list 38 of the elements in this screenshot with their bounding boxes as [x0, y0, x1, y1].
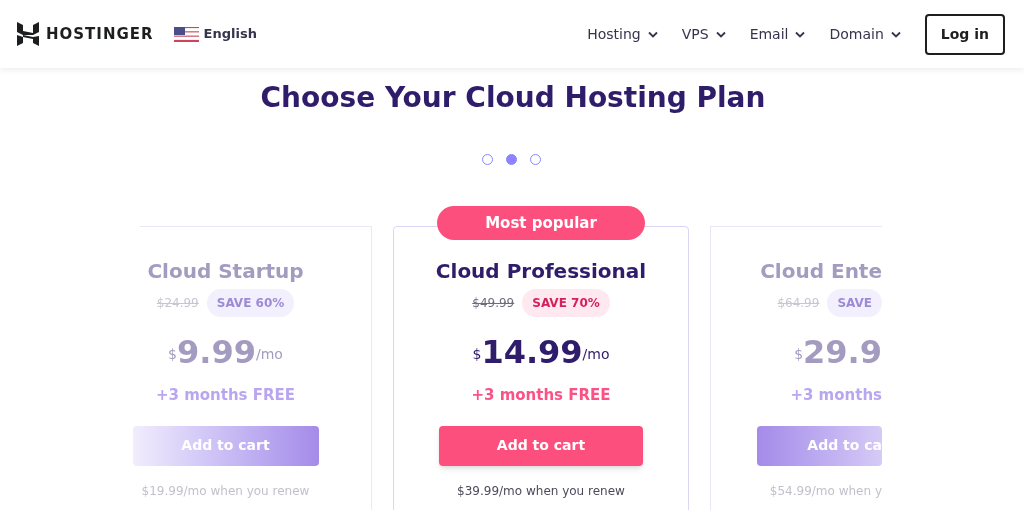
- plan-name: Cloud Startup: [147, 259, 304, 283]
- old-price: $24.99: [156, 295, 199, 312]
- chevron-down-icon: [647, 30, 658, 38]
- plan-price: 14.99: [481, 333, 583, 371]
- free-months-offer: +3 months: [790, 385, 882, 406]
- price-period: /mo: [255, 346, 283, 362]
- nav-menu-item[interactable]: Hosting: [587, 23, 658, 45]
- renewal-price: $19.99/mo when you renew: [141, 482, 310, 500]
- renewal-price: $54.99/mo when y: [769, 482, 882, 500]
- discount-tag: SAVE 70%: [522, 289, 610, 317]
- free-months-offer: +3 months FREE: [471, 385, 611, 406]
- nav-menu-item[interactable]: VPS: [681, 23, 726, 45]
- currency-sign: $: [472, 346, 482, 362]
- nav-menu-item[interactable]: Email: [749, 23, 806, 45]
- discount-tag: SAVE 60%: [206, 289, 295, 317]
- currency-sign: $: [794, 345, 804, 364]
- old-price: $49.99: [472, 295, 515, 312]
- log-in-button[interactable]: Log in: [924, 13, 1005, 55]
- language-selector[interactable]: English: [173, 24, 257, 44]
- chevron-down-icon: [795, 30, 806, 38]
- nav-menu-item[interactable]: Domain: [829, 23, 901, 45]
- old-price: $64.99: [777, 295, 820, 312]
- price-period: /mo: [582, 346, 610, 362]
- plan-name: Cloud Professional: [435, 259, 647, 283]
- discount-tag: SAVE: [827, 289, 882, 317]
- plan-price: 29.9: [803, 333, 882, 371]
- plan-name: Cloud Ente: [760, 259, 882, 283]
- page-heading: Choose Your Cloud Hosting Plan: [259, 80, 766, 116]
- chevron-down-icon: [715, 30, 726, 38]
- renewal-price: $39.99/mo when you renew: [457, 482, 625, 500]
- free-months-offer: +3 months FREE: [155, 385, 296, 406]
- us-flag-icon: [173, 26, 199, 42]
- chevron-down-icon: [890, 30, 901, 38]
- brand-name: HOSTINGER: [46, 23, 154, 45]
- currency-sign: $: [168, 345, 177, 364]
- most-popular-badge: Most popular: [437, 206, 645, 240]
- plan-price: 9.99: [177, 333, 256, 371]
- logo-icon: [17, 22, 39, 46]
